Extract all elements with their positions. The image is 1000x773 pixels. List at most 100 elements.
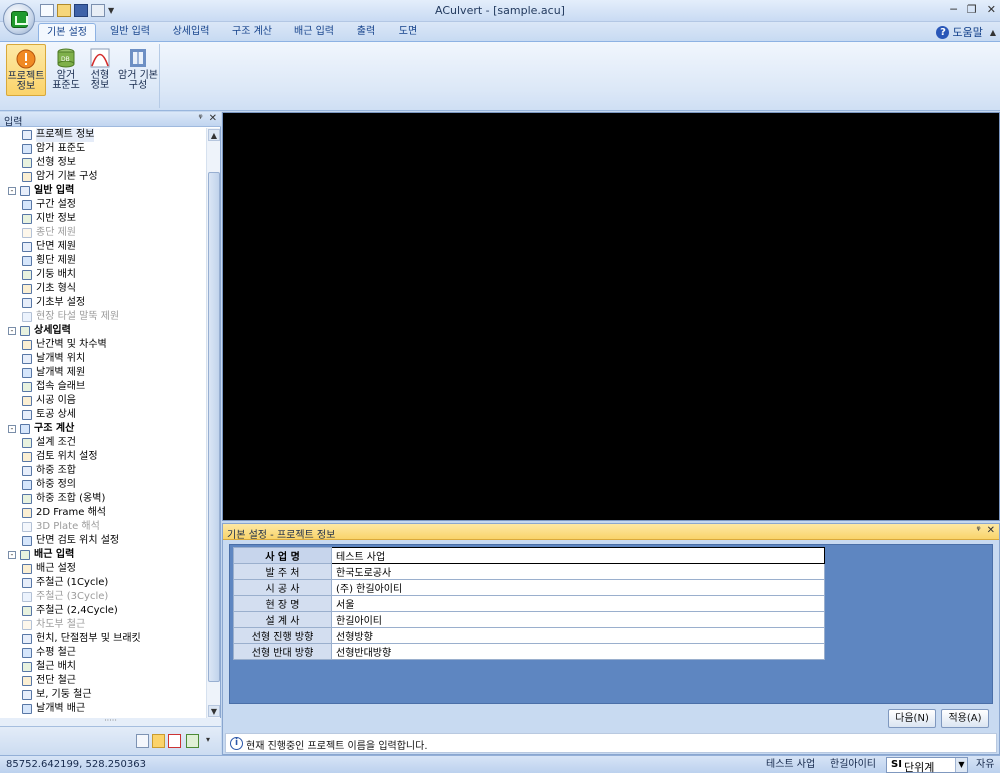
tree-item[interactable]: 주철근 (1Cycle)	[0, 576, 206, 590]
tree-item[interactable]: 기둥 배치	[0, 268, 206, 282]
close-icon[interactable]: ✕	[987, 3, 996, 16]
tree-item[interactable]: 차도부 철근	[0, 618, 206, 632]
tree-group[interactable]: - 일반 입력	[0, 184, 206, 198]
tree-item[interactable]: 선형 정보	[0, 156, 206, 170]
scroll-up-icon[interactable]: ▲	[208, 129, 220, 141]
export-icon[interactable]	[186, 734, 199, 748]
tree-node-icon	[20, 186, 30, 196]
scroll-thumb[interactable]	[208, 172, 220, 682]
tree-item[interactable]: 구간 설정	[0, 198, 206, 212]
tree-item[interactable]: 암거 표준도	[0, 142, 206, 156]
panel-close-icon[interactable]: ✕	[209, 113, 217, 124]
tree-item-label: 보, 기둥 철근	[36, 689, 92, 700]
tab-output[interactable]: 출력	[348, 23, 384, 41]
panel-resize-grip[interactable]: ·····	[0, 717, 221, 726]
field-value-input[interactable]: 한길아이티	[331, 611, 825, 628]
hint-bar: i 현재 진행중인 프로젝트 이름을 입력합니다.	[225, 733, 997, 753]
tab-structural-calc[interactable]: 구조 계산	[224, 23, 280, 41]
tree-scrollbar[interactable]: ▲ ▼	[206, 128, 220, 718]
tree-item[interactable]: 수평 철근	[0, 646, 206, 660]
tree-item[interactable]: 주철근 (2,4Cycle)	[0, 604, 206, 618]
minimize-icon[interactable]: ─	[950, 3, 957, 16]
tree-group[interactable]: - 구조 계산	[0, 422, 206, 436]
tree-item[interactable]: 지반 정보	[0, 212, 206, 226]
collapse-icon[interactable]: -	[8, 187, 16, 195]
tab-rebar-input[interactable]: 배근 입력	[286, 23, 342, 41]
tree-item[interactable]: 현장 타설 말뚝 제원	[0, 310, 206, 324]
tree-item[interactable]: 기초부 설정	[0, 296, 206, 310]
collapse-icon[interactable]: -	[8, 425, 16, 433]
tree-item[interactable]: 횡단 제원	[0, 254, 206, 268]
tree-item[interactable]: 접속 슬래브	[0, 380, 206, 394]
pin-icon[interactable]: ᵠ	[976, 525, 980, 536]
tree-item[interactable]: 날개벽 위치	[0, 352, 206, 366]
tree-item[interactable]: 배근 설정	[0, 562, 206, 576]
tree-group[interactable]: - 상세입력	[0, 324, 206, 338]
status-mode[interactable]: 자유	[976, 758, 994, 772]
scroll-down-icon[interactable]: ▼	[208, 705, 220, 717]
tree-item[interactable]: 설계 조건	[0, 436, 206, 450]
project-info-button[interactable]: 프로젝트 정보	[6, 44, 46, 96]
field-value-input[interactable]: 선형반대방향	[331, 643, 825, 660]
list-view-icon[interactable]	[152, 734, 165, 748]
tree-item[interactable]: 단면 검토 위치 설정	[0, 534, 206, 548]
culvert-config-button[interactable]: 암거 기본 구성	[115, 44, 161, 96]
restore-icon[interactable]: ❐	[967, 3, 977, 16]
tree-item[interactable]: 2D Frame 해석	[0, 506, 206, 520]
tree-item-label: 검토 위치 설정	[36, 451, 98, 462]
tab-general-input[interactable]: 일반 입력	[102, 23, 158, 41]
tree-item[interactable]: 하중 조합	[0, 464, 206, 478]
field-value-input[interactable]: 서울	[331, 595, 825, 612]
tree-item[interactable]: 기초 형식	[0, 282, 206, 296]
chevron-up-icon[interactable]: ▲	[990, 24, 996, 41]
tree-item[interactable]: 암거 기본 구성	[0, 170, 206, 184]
unit-system-select[interactable]: SI 단위계 ▼	[886, 757, 968, 773]
tree-group[interactable]: - 배근 입력	[0, 548, 206, 562]
tree-item[interactable]: 하중 조합 (옹벽)	[0, 492, 206, 506]
collapse-icon[interactable]: -	[8, 327, 16, 335]
tree-item[interactable]: 토공 상세	[0, 408, 206, 422]
tree-item-label: 종단 제원	[36, 227, 76, 238]
next-button[interactable]: 다음(N)	[888, 709, 936, 728]
dropdown-icon[interactable]: ▾	[206, 735, 210, 744]
pin-icon[interactable]: ᵠ	[198, 113, 202, 124]
drawing-canvas[interactable]	[222, 112, 1000, 521]
tree-item[interactable]: 3D Plate 해석	[0, 520, 206, 534]
tab-detail-input[interactable]: 상세입력	[164, 23, 218, 41]
tab-drawing[interactable]: 도면	[390, 23, 426, 41]
tree-item[interactable]: 종단 제원	[0, 226, 206, 240]
collapse-icon[interactable]: -	[8, 551, 16, 559]
culvert-standard-button[interactable]: DB 암거 표준도	[47, 44, 85, 96]
tree-item[interactable]: 날개벽 배근	[0, 702, 206, 716]
tab-basic-settings[interactable]: 기본 설정	[38, 23, 96, 41]
chevron-down-icon[interactable]: ▼	[955, 758, 967, 772]
tree-item[interactable]: 난간벽 및 차수벽	[0, 338, 206, 352]
tree-node-icon	[22, 438, 32, 448]
tree-item[interactable]: 날개벽 제원	[0, 366, 206, 380]
tree-item[interactable]: 주철근 (3Cycle)	[0, 590, 206, 604]
tree-item[interactable]: 철근 배치	[0, 660, 206, 674]
tree-item[interactable]: 헌치, 단절점부 및 브래킷	[0, 632, 206, 646]
tree-item[interactable]: 하중 정의	[0, 478, 206, 492]
help-button[interactable]: ? 도움말 ▲	[936, 23, 996, 41]
tree-node-icon	[22, 172, 32, 182]
field-value-input[interactable]: (주) 한길아이티	[331, 579, 825, 596]
tree-item[interactable]: 보, 기둥 철근	[0, 688, 206, 702]
tree-item[interactable]: 전단 철근	[0, 674, 206, 688]
tree-node-icon	[22, 242, 32, 252]
panel-close-icon[interactable]: ✕	[987, 525, 995, 536]
alignment-info-button[interactable]: 선형 정보	[85, 44, 115, 96]
pdf-icon[interactable]	[168, 734, 181, 748]
field-value-input[interactable]: 테스트 사업	[331, 547, 825, 564]
tree-view-icon[interactable]	[136, 734, 149, 748]
tree-item[interactable]: 시공 이음	[0, 394, 206, 408]
tree-item[interactable]: 프로젝트 정보	[0, 128, 206, 142]
tree-item[interactable]: 검토 위치 설정	[0, 450, 206, 464]
tree-node-icon	[22, 536, 32, 546]
field-value-input[interactable]: 한국도로공사	[331, 563, 825, 580]
field-value-input[interactable]: 선형방향	[331, 627, 825, 644]
tree-item[interactable]: 단면 제원	[0, 240, 206, 254]
application-menu-button[interactable]	[3, 3, 35, 35]
apply-button[interactable]: 적용(A)	[941, 709, 989, 728]
ribbon-body: 프로젝트 정보 DB 암거 표준도 선형 정보 암거 기본 구성	[0, 41, 1000, 111]
